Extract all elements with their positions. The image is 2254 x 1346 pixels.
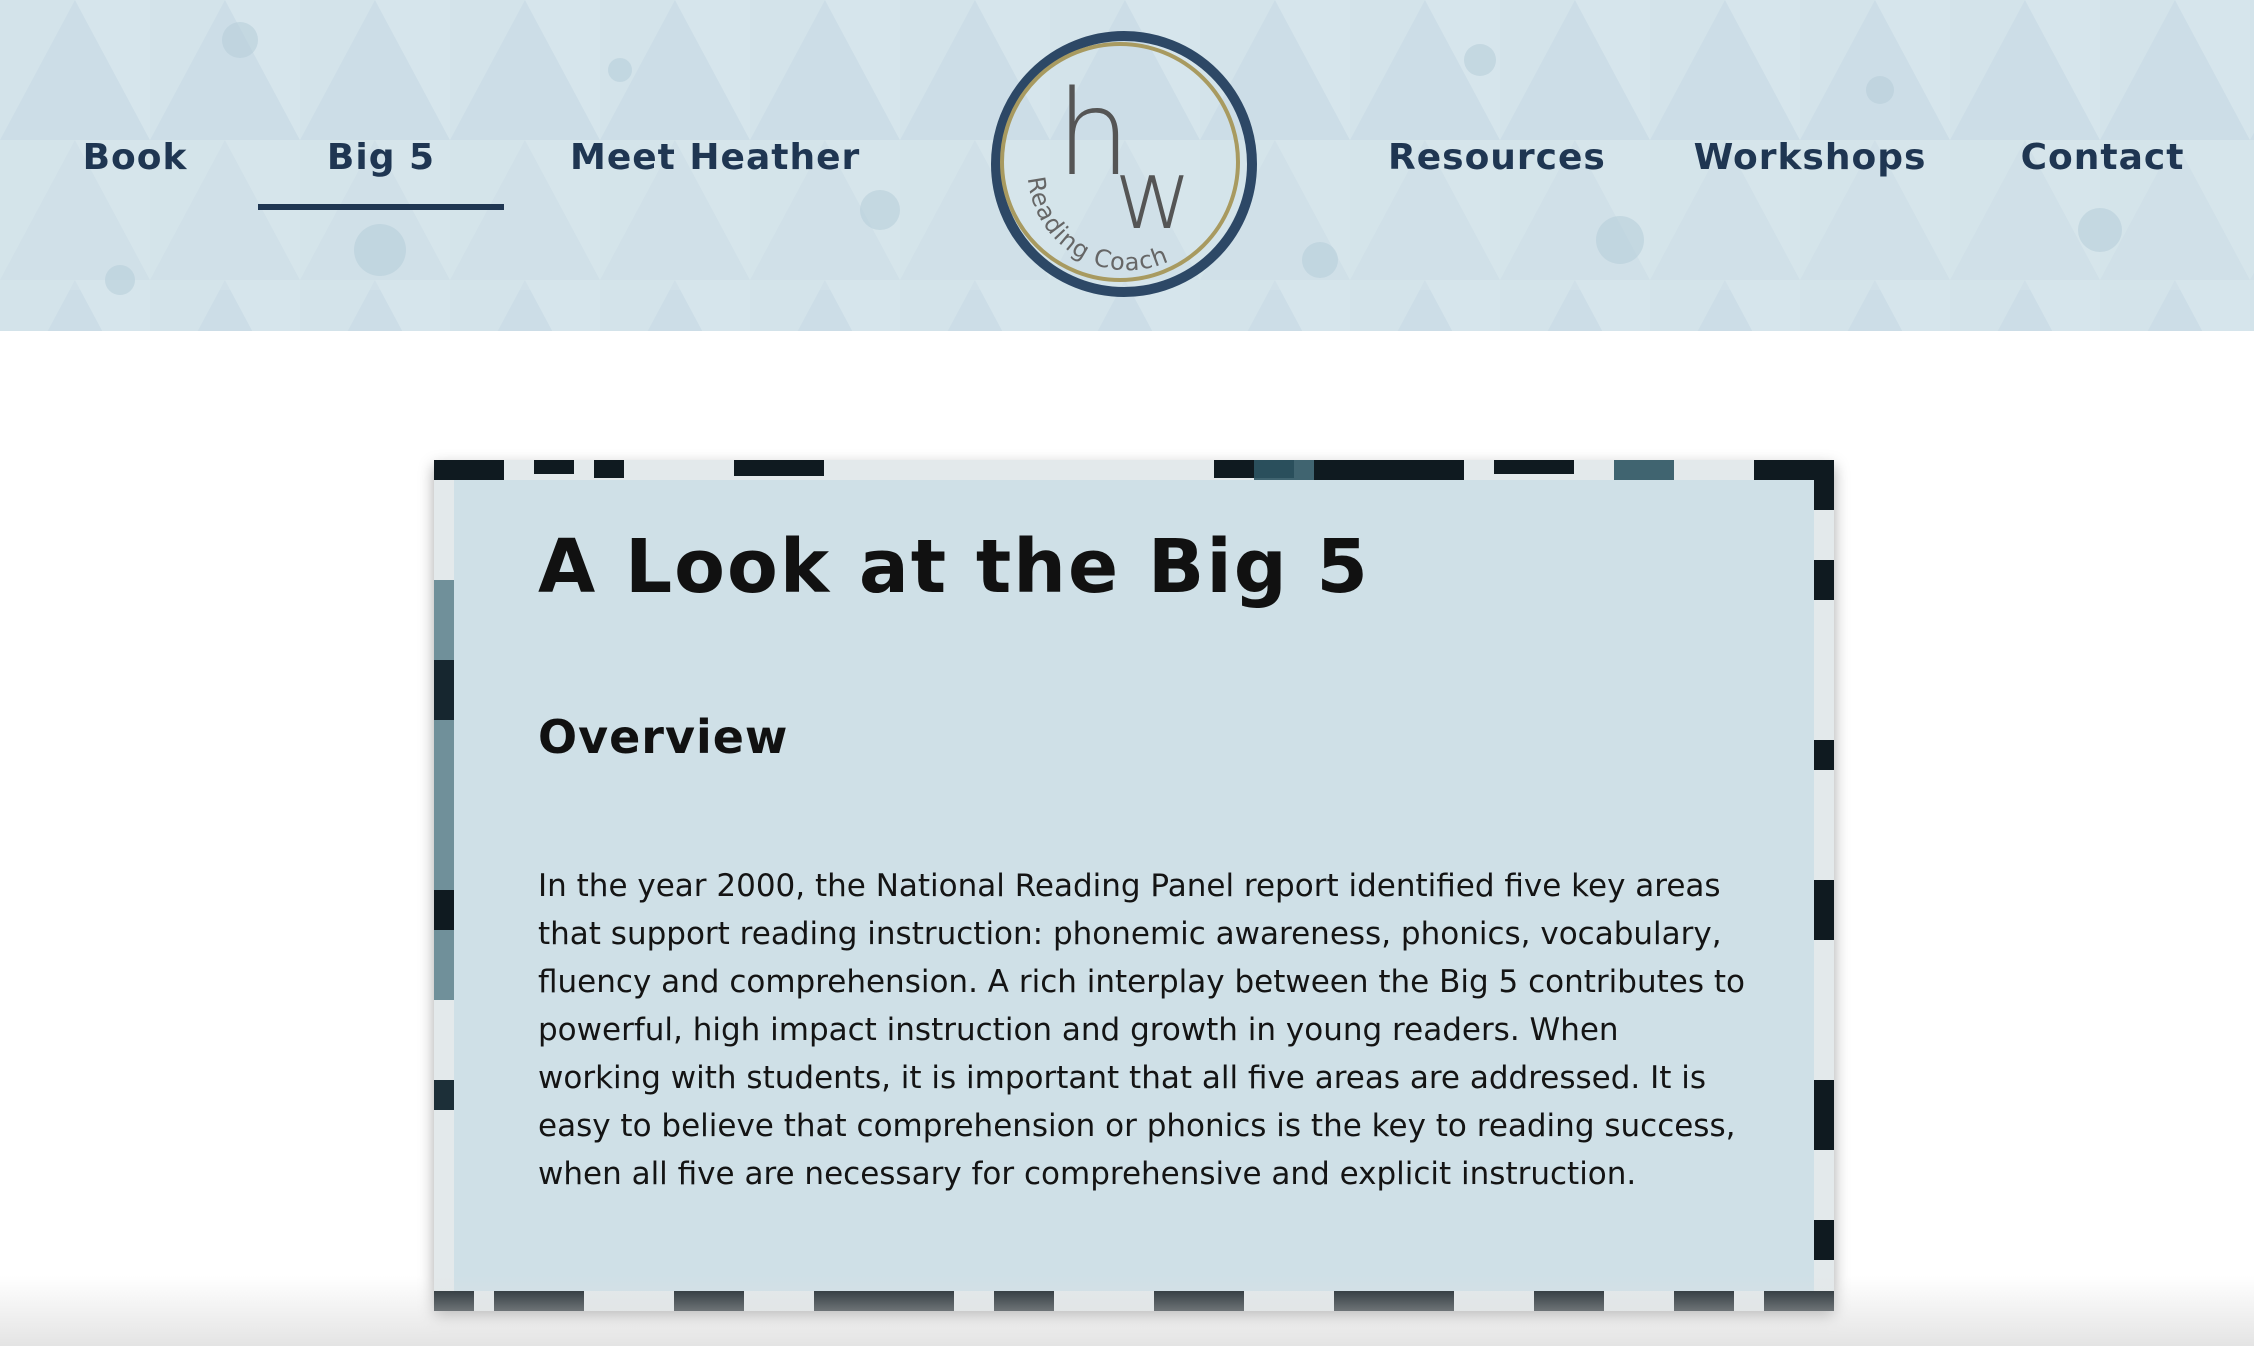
site-header: Book Big 5 Meet Heather h w Reading Coac… xyxy=(0,0,2254,331)
site-logo[interactable]: h w Reading Coach xyxy=(988,28,1260,300)
section-heading-overview: Overview xyxy=(538,710,789,764)
page-title: A Look at the Big 5 xyxy=(538,524,1370,610)
content-card: A Look at the Big 5 Overview In the year… xyxy=(434,460,1834,1311)
bottom-scroll-fade xyxy=(0,1276,2254,1346)
paragraph-line: easy to believe that comprehension or ph… xyxy=(538,1108,1736,1144)
paragraph-line: working with students, it is important t… xyxy=(538,1060,1707,1096)
page: Book Big 5 Meet Heather h w Reading Coac… xyxy=(0,0,2254,1346)
paragraph-line: In the year 2000, the National Reading P… xyxy=(538,868,1721,904)
nav-item-contact[interactable]: Contact xyxy=(2015,128,2190,188)
nav-item-meet-heather[interactable]: Meet Heather xyxy=(570,128,859,188)
main-nav: Book Big 5 Meet Heather h w Reading Coac… xyxy=(0,0,2254,331)
paragraph-line: that support reading instruction: phonem… xyxy=(538,916,1722,952)
overview-paragraph: In the year 2000, the National Reading P… xyxy=(538,862,1788,1198)
nav-item-workshops[interactable]: Workshops xyxy=(1690,128,1930,188)
nav-item-book[interactable]: Book xyxy=(55,128,215,188)
paragraph-line: fluency and comprehension. A rich interp… xyxy=(538,964,1745,1000)
nav-item-big-5[interactable]: Big 5 xyxy=(258,128,504,210)
logo-initial-w: w xyxy=(1114,139,1193,251)
paragraph-line: powerful, high impact instruction and gr… xyxy=(538,1012,1619,1048)
content-panel: A Look at the Big 5 Overview In the year… xyxy=(454,480,1814,1291)
nav-item-resources[interactable]: Resources xyxy=(1388,128,1605,188)
logo-emblem: h w Reading Coach xyxy=(991,31,1257,297)
paragraph-line: when all five are necessary for comprehe… xyxy=(538,1156,1637,1192)
